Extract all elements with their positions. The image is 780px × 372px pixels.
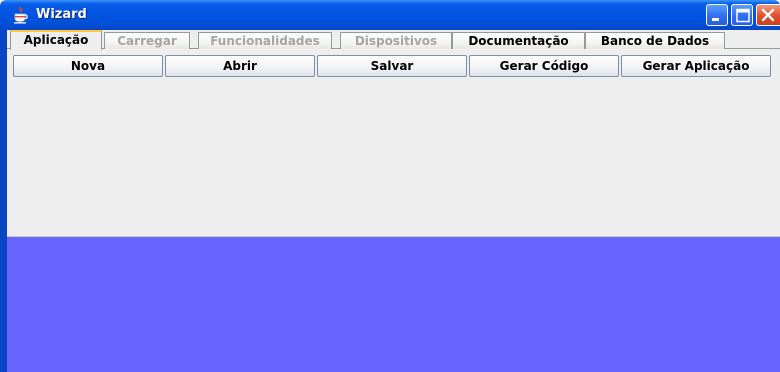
gerar-codigo-button[interactable]: Gerar Código — [469, 55, 619, 77]
nova-button[interactable]: Nova — [13, 55, 163, 77]
window-title: Wizard — [36, 7, 87, 22]
gerar-aplicacao-button[interactable]: Gerar Aplicação — [621, 55, 771, 77]
tab-banco-de-dados[interactable]: Banco de Dados — [585, 32, 725, 49]
salvar-button[interactable]: Salvar — [317, 55, 467, 77]
window-frame-left — [0, 30, 7, 372]
maximize-button[interactable] — [731, 4, 753, 26]
tab-dispositivos[interactable]: Dispositivos — [340, 32, 452, 49]
title-bar[interactable]: Wizard — [0, 0, 780, 30]
abrir-button[interactable]: Abrir — [165, 55, 315, 77]
tab-aplicacao[interactable]: Aplicação — [10, 30, 102, 50]
content-area: Aplicação Carregar Funcionalidades Dispo… — [7, 30, 780, 372]
wizard-window: Wizard Aplicação Carregar Funcionalidade… — [0, 0, 780, 372]
java-cup-icon — [13, 6, 29, 24]
tab-carregar[interactable]: Carregar — [104, 32, 190, 49]
maximize-icon — [736, 8, 750, 23]
tab-documentacao[interactable]: Documentação — [452, 32, 585, 49]
minimize-icon — [712, 18, 719, 21]
wizard-panel: Aplicação Carregar Funcionalidades Dispo… — [7, 30, 780, 237]
tab-funcionalidades[interactable]: Funcionalidades — [198, 32, 332, 49]
close-icon — [761, 8, 775, 22]
close-button[interactable] — [756, 4, 780, 26]
minimize-button[interactable] — [706, 4, 728, 26]
